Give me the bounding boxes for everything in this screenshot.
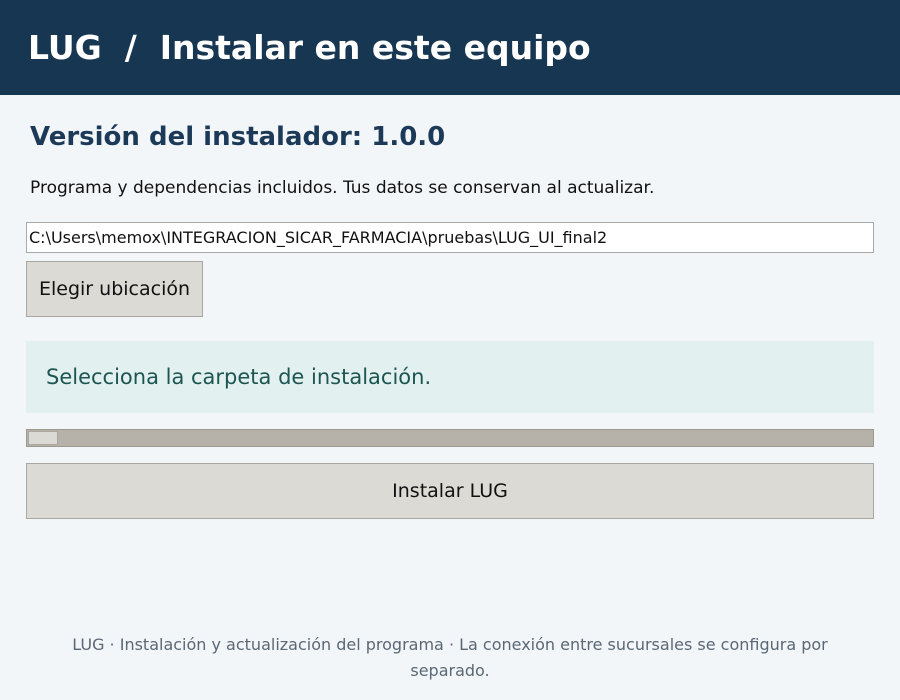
page-title: LUG / Instalar en este equipo — [28, 28, 591, 67]
installer-description: Programa y dependencias incluidos. Tus d… — [30, 178, 655, 198]
footer-note: LUG · Instalación y actualización del pr… — [72, 635, 828, 680]
progress-bar-fill — [28, 431, 58, 445]
installer-version-heading: Versión del instalador: 1.0.0 — [30, 122, 446, 152]
status-message: Selecciona la carpeta de instalación. — [46, 365, 432, 389]
install-progress-bar — [26, 429, 874, 447]
install-button[interactable]: Instalar LUG — [26, 463, 874, 519]
app-header: LUG / Instalar en este equipo — [0, 0, 900, 95]
choose-location-button[interactable]: Elegir ubicación — [26, 261, 203, 317]
status-panel: Selecciona la carpeta de instalación. — [26, 341, 874, 413]
install-path-input[interactable] — [26, 222, 874, 253]
